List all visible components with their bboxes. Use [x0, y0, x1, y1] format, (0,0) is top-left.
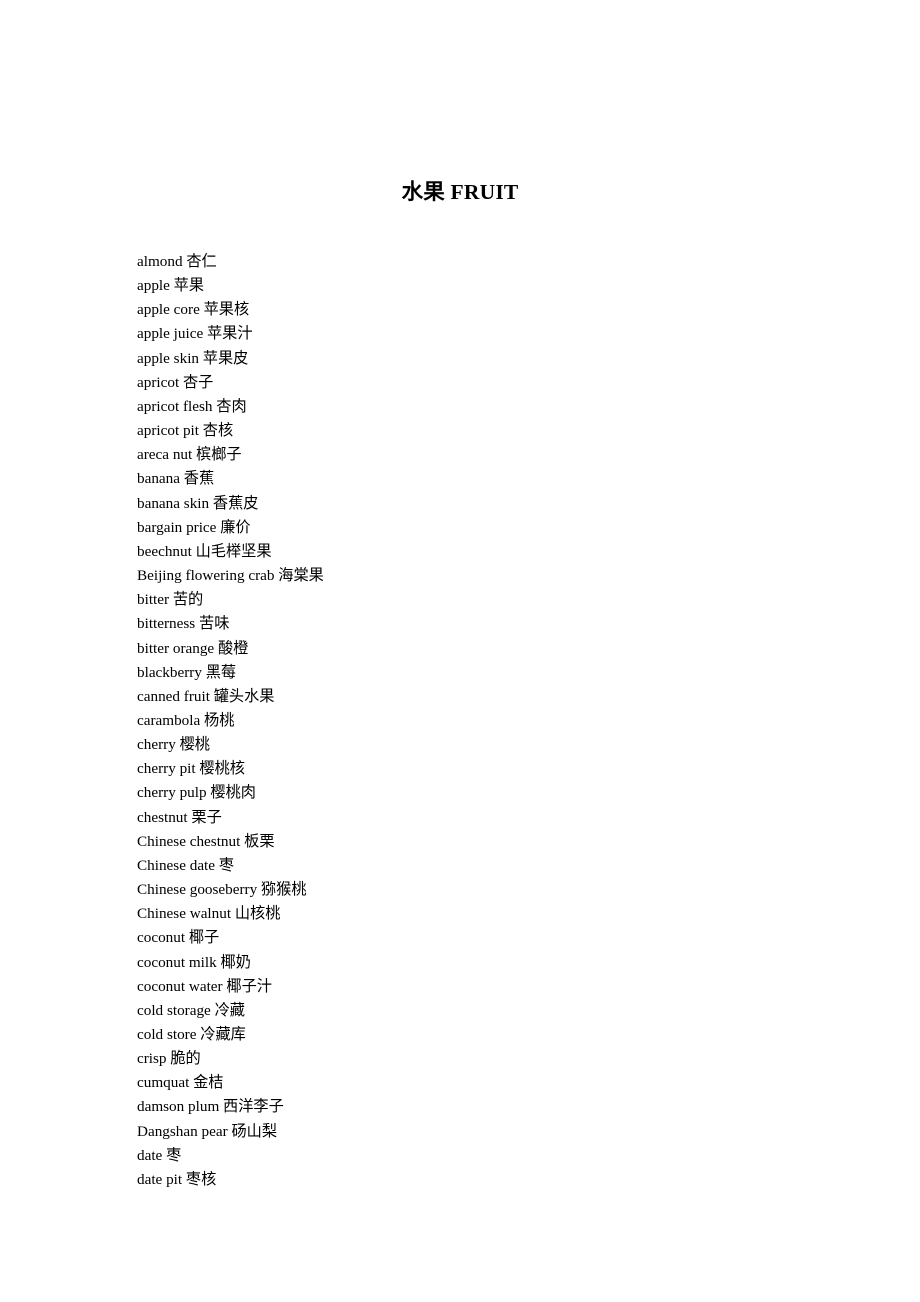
glossary-entry: bitter orange 酸橙 [137, 639, 249, 657]
glossary-entry: Chinese date 枣 [137, 856, 235, 874]
glossary-entry: banana 香蕉 [137, 470, 215, 488]
glossary-entry: apple skin 苹果皮 [137, 349, 249, 367]
glossary-entry: coconut milk 椰奶 [137, 953, 251, 971]
glossary-entry: cold storage 冷藏 [137, 1001, 245, 1019]
glossary-entry: bitter 苦的 [137, 591, 204, 609]
glossary-entry: Chinese walnut 山核桃 [137, 905, 281, 923]
glossary-entry: coconut water 椰子汁 [137, 977, 272, 995]
glossary-entry: apricot pit 杏核 [137, 422, 234, 440]
glossary-entry: almond 杏仁 [137, 253, 217, 270]
glossary-entry: beechnut 山毛榉坚果 [137, 542, 272, 560]
glossary-entry: date pit 枣核 [137, 1170, 217, 1188]
glossary-entry: cold store 冷藏库 [137, 1026, 246, 1043]
glossary-entry: bargain price 廉价 [137, 518, 251, 536]
glossary-entry: crisp 脆的 [137, 1050, 201, 1068]
glossary-entry: bitterness 苦味 [137, 615, 230, 633]
glossary-entry: date 枣 [137, 1146, 182, 1164]
glossary-entry: Beijing flowering crab 海棠果 [137, 567, 324, 585]
glossary-list: almond 杏仁 apple 苹果 apple core 苹果核 apple jui… [137, 250, 777, 1192]
glossary-entry: cherry 樱桃 [137, 736, 210, 754]
page-title: 水果 FRUIT [401, 180, 519, 205]
glossary-entry: cherry pulp 樱桃肉 [137, 784, 256, 802]
glossary-entry: Dangshan pear 砀山梨 [137, 1122, 278, 1140]
glossary-entry: damson plum 西洋李子 [137, 1098, 284, 1116]
glossary-entry: cumquat 金桔 [137, 1074, 224, 1092]
glossary-entry: chestnut 栗子 [137, 808, 222, 826]
glossary-entry: apple juice 苹果汁 [137, 325, 253, 343]
glossary-entry: cherry pit 樱桃核 [137, 760, 245, 778]
glossary-entry: apple 苹果 [137, 277, 205, 295]
glossary-entry: apricot flesh 杏肉 [137, 397, 247, 415]
glossary-entry: canned fruit 罐头水果 [137, 687, 275, 705]
glossary-entry: apple core 苹果核 [137, 301, 250, 319]
glossary-entry: areca nut 槟榔子 [137, 446, 242, 464]
glossary-entry: carambola 杨桃 [137, 711, 235, 729]
glossary-entry: apricot 杏子 [137, 373, 214, 391]
glossary-entry: Chinese gooseberry 猕猴桃 [137, 881, 307, 899]
glossary-entry: banana skin 香蕉皮 [137, 494, 259, 512]
document-page: 水果 FRUIT almond 杏仁 apple 苹果 apple core 苹果核… [0, 0, 920, 1302]
glossary-entry: Chinese chestnut 板栗 [137, 832, 275, 850]
glossary-entry: coconut 椰子 [137, 929, 220, 947]
glossary-entry: blackberry 黑莓 [137, 663, 237, 681]
